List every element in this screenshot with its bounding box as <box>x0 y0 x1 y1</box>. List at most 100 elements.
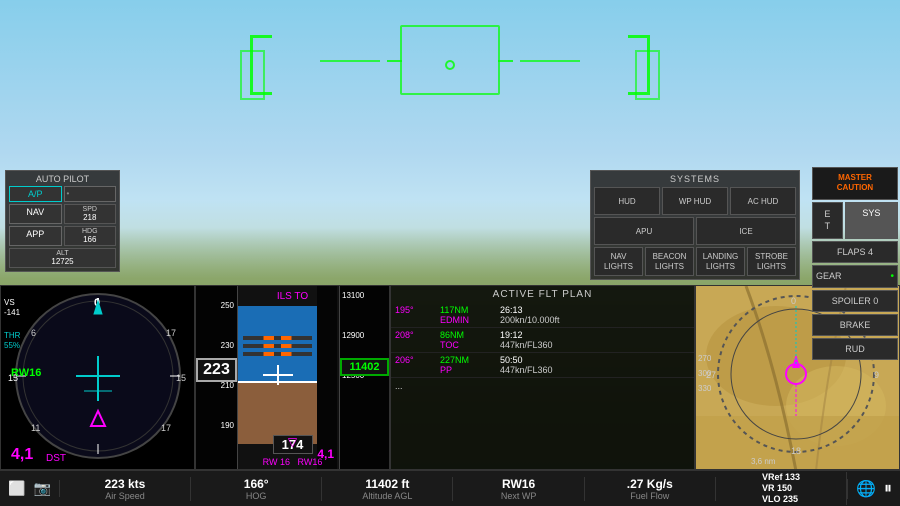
flt-plan-panel: ACTIVE FLT PLAN 195° 117NM 26:13 EDMIN 2… <box>390 285 695 470</box>
svg-text:18: 18 <box>791 446 801 456</box>
spoiler-button[interactable]: SPOILER 0 <box>812 290 898 312</box>
globe-icon[interactable]: 🌐 <box>856 479 876 499</box>
speed-210: 210 <box>221 381 234 390</box>
camera-icon[interactable]: 📷 <box>33 480 50 497</box>
altitude-value: 11402 ft <box>365 477 409 491</box>
hud-button[interactable]: HUD <box>594 187 660 215</box>
et-sys-row: E T SYS <box>812 202 898 239</box>
time-1: 19:12 <box>500 330 690 340</box>
flt-row-2: 206° 227NM 50:50 PP 447kn/FL360 <box>391 353 694 378</box>
beacon-lights-button[interactable]: BEACON LIGHTS <box>645 247 694 276</box>
details-0: 200kn/10.000ft <box>500 315 690 325</box>
altitude-display: 11402 ft Altitude AGL <box>322 477 453 501</box>
flt-plan-title: ACTIVE FLT PLAN <box>391 286 694 303</box>
hdg-value: 166° <box>244 477 269 491</box>
details-2: 447kn/FL360 <box>500 365 690 375</box>
svg-text:15: 15 <box>176 373 186 383</box>
spd-display: SPD 218 <box>64 204 117 224</box>
nav-lights-button[interactable]: NAV LIGHTS <box>594 247 643 276</box>
svg-text:17: 17 <box>166 328 176 338</box>
speed-230: 230 <box>221 341 234 350</box>
flt-row-3: ... <box>391 378 694 394</box>
landing-lights-button[interactable]: LANDING LIGHTS <box>696 247 745 276</box>
attitude-display <box>238 306 317 444</box>
ap-button[interactable]: A/P <box>9 186 62 202</box>
svg-text:11: 11 <box>31 423 40 433</box>
ils-magenta-triangle: ▽ <box>288 435 297 449</box>
et-button[interactable]: E T <box>812 202 843 239</box>
flt-row-0: 195° 117NM 26:13 EDMIN 200kn/10.000ft <box>391 303 694 328</box>
wp-2: 227NM <box>440 355 500 365</box>
autopilot-panel: AUTO PILOT A/P • NAV SPD 218 APP HDG 166… <box>5 170 120 272</box>
speed-250: 250 <box>221 301 234 310</box>
next-wp-label: Next WP <box>501 491 537 501</box>
vs-indicator-strip <box>317 286 337 469</box>
hsi-compass-svg: 0 6 17 15 15 11 17 RW16 <box>1 286 195 470</box>
time-0: 26:13 <box>500 305 690 315</box>
wp-1: 86NM <box>440 330 500 340</box>
ils-panel: ILS TO 250 230 210 190 223 13100 12900 1… <box>195 285 390 470</box>
time-2: 50:50 <box>500 355 690 365</box>
fuel-flow-label: Fuel Flow <box>630 491 669 501</box>
wp-name-1: TOC <box>440 340 500 350</box>
wp-hud-button[interactable]: WP HUD <box>662 187 728 215</box>
svg-text:0: 0 <box>791 296 796 306</box>
airspeed-label: Air Speed <box>105 491 145 501</box>
status-bar: ⬜ 📷 223 kts Air Speed 166° HOG 11402 ft … <box>0 470 900 506</box>
ice-button[interactable]: ICE <box>696 217 796 245</box>
airspeed-display: 223 kts Air Speed <box>60 477 191 501</box>
current-speed: 223 <box>196 358 237 382</box>
distance-display: 4,1 <box>11 446 33 464</box>
ap-dot: • <box>64 186 117 202</box>
svg-text:6: 6 <box>31 328 36 338</box>
speed-190: 190 <box>221 421 234 430</box>
next-wp-value: RW16 <box>502 477 535 491</box>
nav-button[interactable]: NAV <box>9 204 62 224</box>
master-caution-button[interactable]: MASTER CAUTION <box>812 167 898 200</box>
systems-mid-row: APU ICE <box>594 217 796 245</box>
systems-bottom-row: NAV LIGHTS BEACON LIGHTS LANDING LIGHTS … <box>594 247 796 276</box>
hsi-panel: 0 6 17 15 15 11 17 RW16 VS -141 <box>0 285 195 470</box>
hdg-label: HOG <box>246 491 267 501</box>
autopilot-title: AUTO PILOT <box>9 174 116 184</box>
systems-panel: SYSTEMS HUD WP HUD AC HUD APU ICE NAV LI… <box>590 170 800 280</box>
airspeed-value: 223 kts <box>105 477 146 491</box>
details-1: 447kn/FL360 <box>500 340 690 350</box>
wp-name-0: EDMIN <box>440 315 500 325</box>
right-panel: MASTER CAUTION E T SYS FLAPS 4 GEAR • SP… <box>810 165 900 362</box>
current-altitude: 11402 <box>340 358 389 376</box>
rud-button[interactable]: RUD <box>812 338 898 360</box>
wp-name-2: PP <box>440 365 500 375</box>
pause-icon[interactable]: ⏸ <box>884 480 892 498</box>
wp-0: 117NM <box>440 305 500 315</box>
ils-speed-strip: 250 230 210 190 223 <box>196 286 238 469</box>
ils-bottom-label: RW 16 RW16 <box>196 457 389 467</box>
svg-text:270: 270 <box>698 354 712 363</box>
strobe-lights-button[interactable]: STROBE LIGHTS <box>747 247 796 276</box>
svg-text:330: 330 <box>698 384 712 393</box>
screen-icon[interactable]: ⬜ <box>8 480 25 497</box>
alt-13100: 13100 <box>342 291 364 300</box>
apu-button[interactable]: APU <box>594 217 694 245</box>
svg-text:17: 17 <box>161 423 171 433</box>
app-button[interactable]: APP <box>9 226 62 246</box>
vref-values: VRef 133 VR 150 VLO 235 <box>762 472 800 504</box>
svg-text:3,6 nm: 3,6 nm <box>751 457 776 466</box>
bearing-2: 206° <box>395 355 440 365</box>
bearing-0: 195° <box>395 305 440 315</box>
fuel-flow-value: .27 Kg/s <box>627 477 673 491</box>
hdg-display: 166° HOG <box>191 477 322 501</box>
vs-display: VS -141 <box>4 298 20 317</box>
ils-alt-strip: 13100 12900 12500 11402 <box>339 286 389 469</box>
ac-hud-button[interactable]: AC HUD <box>730 187 796 215</box>
distance-unit: DST <box>46 453 66 464</box>
gear-button[interactable]: GEAR • <box>812 265 898 288</box>
alt-display: ALT 12725 <box>9 248 116 268</box>
sys-button[interactable]: SYS <box>845 202 898 239</box>
flt-row-1: 208° 86NM 19:12 TOC 447kn/FL360 <box>391 328 694 353</box>
systems-top-row: HUD WP HUD AC HUD <box>594 187 796 215</box>
hdg-display: HDG 166 <box>64 226 117 246</box>
flaps-button[interactable]: FLAPS 4 <box>812 241 898 263</box>
brake-button[interactable]: BRAKE <box>812 314 898 336</box>
svg-text:300: 300 <box>698 369 712 378</box>
